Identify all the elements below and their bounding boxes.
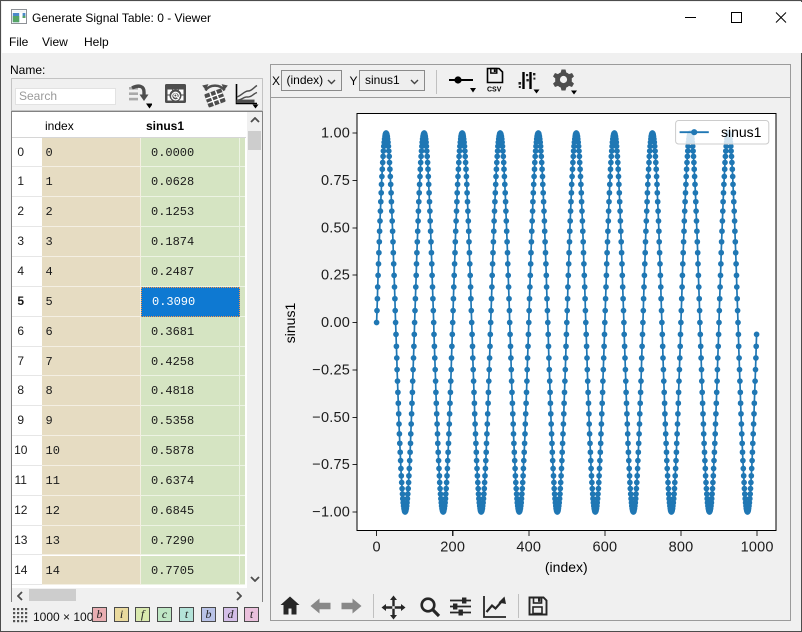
svg-text:0: 0 — [372, 540, 380, 556]
svg-text:0.25: 0.25 — [321, 268, 350, 284]
svg-text:0.00: 0.00 — [321, 315, 350, 331]
svg-text:sinus1: sinus1 — [721, 124, 762, 140]
svg-text:1.00: 1.00 — [321, 126, 350, 142]
svg-text:−0.50: −0.50 — [312, 410, 350, 426]
svg-text:−1.00: −1.00 — [312, 505, 350, 521]
svg-text:200: 200 — [440, 540, 465, 556]
svg-text:1000: 1000 — [741, 540, 774, 556]
svg-text:sinus1: sinus1 — [282, 303, 298, 344]
svg-text:400: 400 — [516, 540, 541, 556]
svg-text:(index): (index) — [545, 559, 588, 575]
svg-text:−0.75: −0.75 — [312, 457, 350, 473]
svg-text:800: 800 — [669, 540, 694, 556]
svg-text:0.50: 0.50 — [321, 220, 350, 236]
svg-text:−0.25: −0.25 — [312, 362, 350, 378]
svg-text:CSV: CSV — [487, 87, 502, 94]
svg-text:0.75: 0.75 — [321, 173, 350, 189]
svg-text:600: 600 — [593, 540, 618, 556]
